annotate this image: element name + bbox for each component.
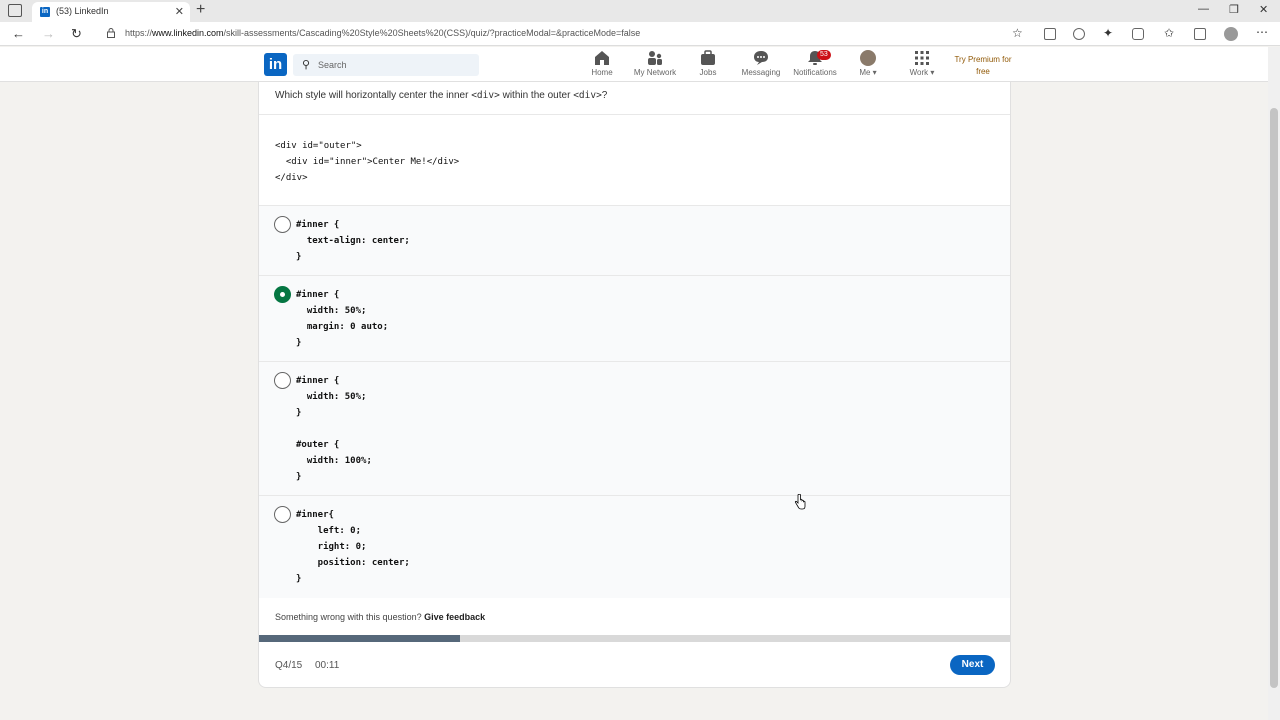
- answer-option-3[interactable]: #inner { width: 50%; } #outer { width: 1…: [259, 362, 1010, 496]
- favorites-icon[interactable]: ✩: [1164, 26, 1174, 40]
- nav-work-label: Work ▾: [909, 68, 935, 77]
- search-input[interactable]: ⚲ Search: [293, 54, 479, 76]
- nav-jobs-label: Jobs: [699, 68, 717, 77]
- nav-notifications-label: Notifications: [793, 68, 837, 77]
- forward-icon[interactable]: →: [42, 26, 55, 41]
- briefcase-icon: [701, 50, 715, 65]
- nav-messaging-label: Messaging: [741, 68, 781, 77]
- url-host: www.linkedin.com: [152, 28, 224, 38]
- radio-button[interactable]: [274, 506, 291, 523]
- back-icon[interactable]: ←: [12, 26, 25, 41]
- collections-icon[interactable]: [1194, 28, 1206, 40]
- notifications-badge: 53: [817, 50, 831, 60]
- tab-close-icon[interactable]: ✕: [175, 5, 184, 18]
- radio-button-selected[interactable]: [274, 286, 291, 303]
- try-premium-link[interactable]: Try Premium for free: [950, 54, 1016, 78]
- nav-jobs[interactable]: Jobs: [678, 50, 738, 77]
- linkedin-logo[interactable]: in: [264, 53, 287, 76]
- divider: [259, 114, 1010, 115]
- nav-home-label: Home: [591, 68, 613, 77]
- option-code: #inner { width: 50%; margin: 0 auto; }: [296, 290, 389, 348]
- quiz-card: Which style will horizontally center the…: [258, 82, 1011, 688]
- option-code: #inner { text-align: center; }: [296, 220, 410, 262]
- premium-line2: free: [976, 67, 990, 76]
- search-placeholder: Search: [318, 60, 347, 70]
- nav-home[interactable]: Home: [572, 50, 632, 77]
- more-menu-icon[interactable]: ⋯: [1256, 25, 1268, 39]
- scrollbar-thumb[interactable]: [1270, 108, 1278, 688]
- tab-title: (53) LinkedIn: [56, 6, 109, 16]
- tab-actions-icon[interactable]: [8, 4, 22, 17]
- refresh-icon[interactable]: ↻: [71, 26, 82, 42]
- extensions-icon[interactable]: [1132, 28, 1144, 40]
- address-bar: ← → ↻ https://www.linkedin.com/skill-ass…: [0, 22, 1280, 46]
- quiz-timer: 00:11: [315, 660, 340, 671]
- answer-option-2[interactable]: #inner { width: 50%; margin: 0 auto; }: [259, 276, 1010, 362]
- browser-tab-bar: in (53) LinkedIn ✕ + — ❐ ✕: [0, 0, 1280, 22]
- lock-icon: [107, 28, 115, 38]
- extension-icon[interactable]: [1044, 28, 1056, 40]
- feedback-prompt: Something wrong with this question? Give…: [275, 612, 486, 622]
- chat-icon: [754, 51, 768, 65]
- restore-icon[interactable]: ❐: [1229, 3, 1239, 16]
- nav-me[interactable]: Me ▾: [838, 50, 898, 77]
- profile-avatar[interactable]: [1224, 27, 1238, 41]
- favorite-star-icon[interactable]: ☆: [1012, 26, 1023, 40]
- url-prefix: https://: [125, 28, 153, 38]
- nav-me-label: Me ▾: [859, 68, 877, 77]
- question-code-block: <div id="outer"> <div id="inner">Center …: [275, 141, 460, 183]
- linkedin-header: in ⚲ Search Home My Network Jobs Messagi…: [0, 47, 1268, 82]
- answer-option-4[interactable]: #inner{ left: 0; right: 0; position: cen…: [259, 496, 1010, 599]
- question-number: Q4/15: [275, 660, 303, 671]
- avatar: [860, 50, 876, 66]
- option-code: #inner{ left: 0; right: 0; position: cen…: [296, 510, 410, 584]
- home-icon: [595, 51, 609, 65]
- browser-tab[interactable]: in (53) LinkedIn ✕: [32, 2, 190, 22]
- answer-option-1[interactable]: #inner { text-align: center; }: [259, 206, 1010, 276]
- nav-my-network-label: My Network: [633, 68, 677, 77]
- url-field[interactable]: https://www.linkedin.com/skill-assessmen…: [125, 28, 640, 38]
- progress-bar: [259, 635, 1010, 642]
- extension-puzzle-icon[interactable]: ✦: [1103, 26, 1113, 40]
- question-text: Which style will horizontally center the…: [275, 90, 608, 101]
- option-code: #inner { width: 50%; } #outer { width: 1…: [296, 376, 372, 482]
- window-close-icon[interactable]: ✕: [1259, 3, 1268, 16]
- premium-line1: Try Premium for: [954, 55, 1012, 64]
- network-icon: [648, 51, 662, 65]
- linkedin-favicon-icon: in: [40, 7, 50, 17]
- nav-messaging[interactable]: Messaging: [731, 50, 791, 77]
- progress-bar-fill: [259, 635, 460, 642]
- give-feedback-link[interactable]: Give feedback: [424, 612, 485, 622]
- radio-button[interactable]: [274, 372, 291, 389]
- nav-notifications[interactable]: 53 Notifications: [785, 50, 845, 77]
- next-button[interactable]: Next: [950, 655, 995, 675]
- answer-options: #inner { text-align: center; } #inner { …: [259, 205, 1010, 598]
- grid-icon: [915, 51, 929, 65]
- nav-work[interactable]: Work ▾: [892, 50, 952, 77]
- hand-cursor-icon: [794, 494, 806, 510]
- search-icon: ⚲: [302, 59, 311, 71]
- nav-my-network[interactable]: My Network: [625, 50, 685, 77]
- minimize-icon[interactable]: —: [1198, 3, 1209, 15]
- extension-cloud-icon[interactable]: [1073, 28, 1085, 40]
- radio-button[interactable]: [274, 216, 291, 233]
- url-path: /skill-assessments/Cascading%20Style%20S…: [223, 28, 641, 38]
- new-tab-icon[interactable]: +: [196, 1, 205, 19]
